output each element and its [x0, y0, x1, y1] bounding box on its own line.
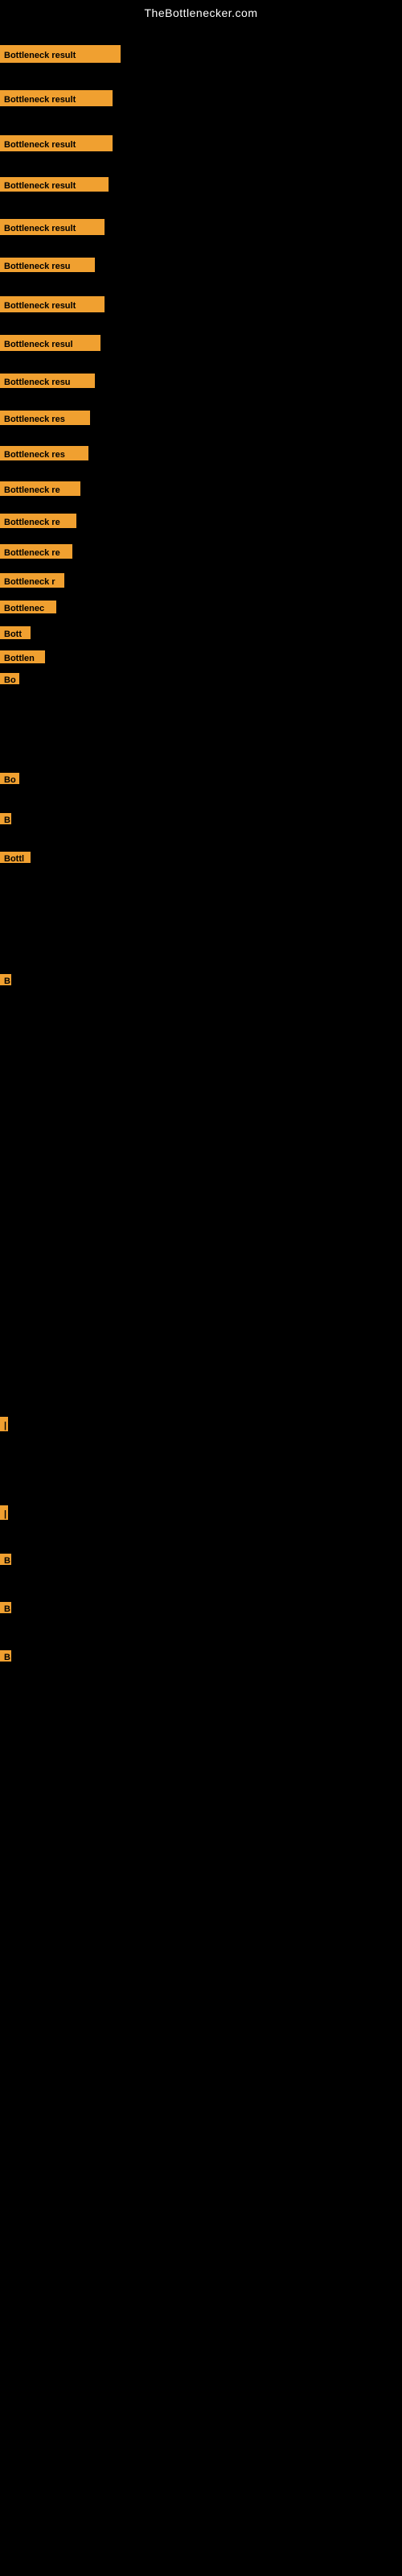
bottleneck-result-label: B: [0, 1650, 11, 1662]
bottleneck-result-label: Bottleneck result: [0, 219, 105, 235]
bottleneck-result-label: Bott: [0, 626, 31, 639]
bottleneck-result-label: Bottleneck re: [0, 544, 72, 559]
bottleneck-result-label: Bottleneck result: [0, 135, 113, 151]
bottleneck-result-label: Bottlen: [0, 650, 45, 663]
bottleneck-result-label: Bottleneck resu: [0, 258, 95, 272]
bottleneck-result-label: B: [0, 1602, 11, 1613]
bottleneck-result-label: Bo: [0, 773, 19, 784]
site-title: TheBottlenecker.com: [0, 0, 402, 23]
bottleneck-result-label: Bottl: [0, 852, 31, 863]
bottleneck-result-label: Bottleneck res: [0, 446, 88, 460]
bottleneck-result-label: Bottleneck result: [0, 296, 105, 312]
bottleneck-result-label: Bottleneck r: [0, 573, 64, 588]
bottleneck-result-label: B: [0, 1554, 11, 1565]
bottleneck-result-label: Bottleneck result: [0, 45, 121, 63]
bottleneck-result-label: Bottlenec: [0, 601, 56, 613]
bottleneck-result-label: Bottleneck resul: [0, 335, 100, 351]
bottleneck-result-label: Bottleneck re: [0, 514, 76, 528]
bottleneck-result-label: |: [0, 1417, 8, 1431]
bottleneck-result-label: Bottleneck re: [0, 481, 80, 496]
bottleneck-result-label: B: [0, 813, 11, 824]
bottleneck-result-label: Bottleneck res: [0, 411, 90, 425]
bottleneck-result-label: Bottleneck result: [0, 177, 109, 192]
bottleneck-result-label: Bottleneck resu: [0, 374, 95, 388]
bottleneck-result-label: Bo: [0, 673, 19, 684]
bottleneck-result-label: Bottleneck result: [0, 90, 113, 106]
bottleneck-result-label: B: [0, 974, 11, 985]
bottleneck-result-label: |: [0, 1505, 8, 1520]
